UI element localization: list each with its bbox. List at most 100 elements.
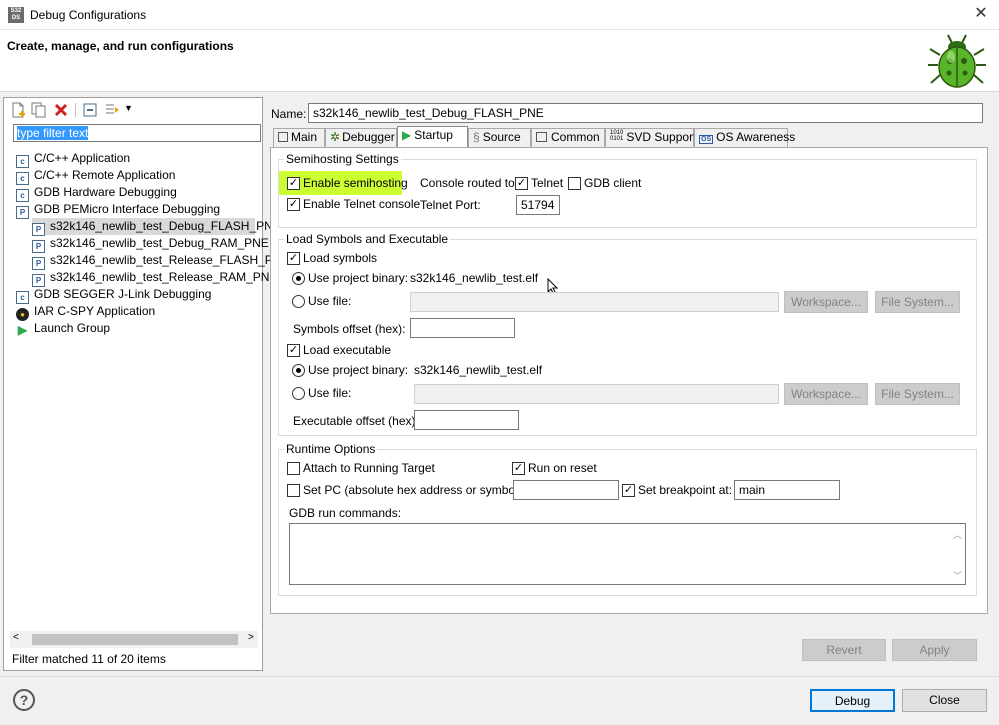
revert-button[interactable]: Revert [802, 639, 886, 661]
tree-item-iar-cspy[interactable]: ● IAR C-SPY Application [16, 303, 155, 321]
os-tab-icon: OS [699, 135, 714, 144]
run-on-reset-checkbox[interactable]: ✓ Run on reset [512, 461, 597, 475]
tree-item-gdb-segger[interactable]: c GDB SEGGER J-Link Debugging [16, 286, 211, 304]
symbols-file-system-button[interactable]: File System... [875, 291, 960, 313]
exec-project-binary-radio[interactable]: Use project binary: [292, 363, 408, 377]
collapse-all-icon[interactable] [82, 102, 98, 118]
radio-selected-icon [292, 363, 305, 377]
tab-common[interactable]: Common [531, 128, 605, 147]
load-group [278, 239, 977, 436]
exec-file-system-button[interactable]: File System... [875, 383, 960, 405]
symbols-offset-label: Symbols offset (hex): [293, 322, 406, 336]
apply-button[interactable]: Apply [892, 639, 977, 661]
tree-item-release-ram-pne[interactable]: Ps32k146_newlib_test_Release_RAM_PNE [32, 269, 277, 287]
checkbox-checked-icon: ✓ [287, 176, 300, 190]
tab-startup[interactable]: ▶ Startup [397, 126, 468, 148]
set-pc-checkbox[interactable]: Set PC (absolute hex address or symbol): [287, 483, 525, 497]
gdb-run-commands-textarea[interactable]: ︿ ﹀ [289, 523, 966, 585]
tab-source[interactable]: § Source [468, 128, 531, 147]
exec-binary-value: s32k146_newlib_test.elf [414, 363, 543, 377]
scrollbar-thumb[interactable] [32, 634, 238, 645]
load-group-label: Load Symbols and Executable [284, 232, 451, 246]
window-title: Debug Configurations [30, 8, 147, 22]
header-title: Create, manage, and run configurations [7, 39, 234, 53]
symbols-workspace-button[interactable]: Workspace... [784, 291, 868, 313]
tree-item-debug-ram-pne[interactable]: Ps32k146_newlib_test_Debug_RAM_PNE [32, 235, 269, 253]
tab-os-awareness[interactable]: OS OS Awareness [694, 128, 795, 147]
horizontal-scrollbar[interactable]: < > [10, 631, 258, 648]
tree-item-c-application[interactable]: c C/C++ Application [16, 150, 130, 168]
filter-dropdown-icon[interactable]: ▼ [124, 103, 133, 113]
checkbox-checked-icon: ✓ [512, 461, 525, 475]
set-breakpoint-checkbox[interactable]: ✓ Set breakpoint at: [622, 483, 732, 497]
filter-status: Filter matched 11 of 20 items [12, 652, 166, 666]
exec-use-file-radio[interactable]: Use file: [292, 386, 351, 400]
telnet-checkbox[interactable]: ✓ Telnet [515, 176, 563, 190]
checkbox-checked-icon: ✓ [622, 483, 635, 497]
scroll-up-icon[interactable]: ︿ [953, 528, 962, 541]
debugger-tab-icon: ✲ [330, 130, 341, 144]
tree-item-launch-group[interactable]: ▶ Launch Group [16, 320, 110, 337]
load-symbols-checkbox[interactable]: ✓ Load symbols [287, 251, 377, 265]
name-label: Name: [271, 107, 307, 121]
symbols-project-binary-radio[interactable]: Use project binary: [292, 271, 408, 285]
new-configuration-icon[interactable] [10, 102, 26, 118]
tree-item-gdb-hardware[interactable]: c GDB Hardware Debugging [16, 184, 177, 202]
checkbox-unchecked-icon [287, 483, 300, 497]
scroll-right-icon[interactable]: > [248, 632, 254, 643]
radio-unselected-icon [292, 294, 305, 308]
bottom-divider [0, 676, 999, 677]
debug-bug-icon [928, 34, 986, 88]
filter-input[interactable]: type filter text [13, 124, 261, 142]
scroll-left-icon[interactable]: < [13, 632, 19, 643]
pemicro-icon: P [16, 206, 29, 219]
help-icon[interactable]: ? [13, 689, 35, 711]
breakpoint-input[interactable]: main [734, 480, 840, 500]
tab-svd-support[interactable]: 1010 0101 SVD Support [605, 128, 696, 147]
checkbox-unchecked-icon [287, 461, 300, 475]
app-icon: S32 DS [8, 7, 24, 23]
launch-icon: ▶ [17, 323, 28, 337]
exec-file-input[interactable] [414, 384, 779, 404]
enable-telnet-console-checkbox[interactable]: ✓ Enable Telnet console [287, 197, 420, 211]
gdb-client-checkbox[interactable]: GDB client [568, 176, 641, 190]
runtime-group-label: Runtime Options [284, 442, 378, 456]
checkbox-checked-icon: ✓ [287, 251, 300, 265]
symbols-use-file-radio[interactable]: Use file: [292, 294, 351, 308]
attach-checkbox[interactable]: Attach to Running Target [287, 461, 435, 475]
configuration-tree-panel: ▼ type filter text c C/C++ Application cC… [3, 97, 289, 671]
debug-button[interactable]: Debug [810, 689, 895, 712]
telnet-port-label: Telnet Port: [420, 198, 481, 212]
filter-icon[interactable] [104, 102, 120, 118]
enable-semihosting-checkbox[interactable]: ✓ Enable semihosting [287, 176, 408, 190]
delete-icon[interactable] [53, 102, 69, 118]
exec-workspace-button[interactable]: Workspace... [784, 383, 868, 405]
common-tab-icon [536, 132, 547, 142]
name-input[interactable]: s32k146_newlib_test_Debug_FLASH_PNE [308, 103, 983, 123]
symbols-binary-value: s32k146_newlib_test.elf [410, 271, 539, 285]
checkbox-checked-icon: ✓ [515, 176, 528, 190]
semihosting-group-label: Semihosting Settings [284, 152, 401, 166]
tree-item-release-flash-pne[interactable]: Ps32k146_newlib_test_Release_FLASH_PNE [32, 252, 289, 270]
executable-offset-input[interactable] [414, 410, 519, 430]
scroll-down-icon[interactable]: ﹀ [953, 569, 962, 582]
console-routed-label: Console routed to: [420, 176, 519, 190]
tab-main[interactable]: Main [273, 128, 325, 147]
main-tab-icon [278, 132, 288, 142]
tab-debugger[interactable]: ✲ Debugger [325, 128, 397, 147]
executable-offset-label: Executable offset (hex): [293, 414, 419, 428]
close-window-button[interactable]: ✕ [970, 4, 992, 24]
dialog-header: Create, manage, and run configurations [0, 30, 999, 92]
duplicate-icon[interactable] [31, 102, 47, 118]
tree-item-gdb-pemicro[interactable]: P GDB PEMicro Interface Debugging [16, 201, 220, 219]
tree-item-c-remote-application[interactable]: c C/C++ Remote Application [16, 167, 175, 185]
close-button[interactable]: Close [902, 689, 987, 712]
radio-selected-icon [292, 271, 305, 285]
symbols-offset-input[interactable] [410, 318, 515, 338]
set-pc-input[interactable] [513, 480, 619, 500]
symbols-file-input[interactable] [410, 292, 779, 312]
telnet-port-input[interactable]: 51794 [516, 195, 560, 215]
load-executable-checkbox[interactable]: ✓ Load executable [287, 343, 391, 357]
tree-item-debug-flash-pne[interactable]: Ps32k146_newlib_test_Debug_FLASH_PNE [32, 218, 281, 236]
checkbox-unchecked-icon [568, 176, 581, 190]
